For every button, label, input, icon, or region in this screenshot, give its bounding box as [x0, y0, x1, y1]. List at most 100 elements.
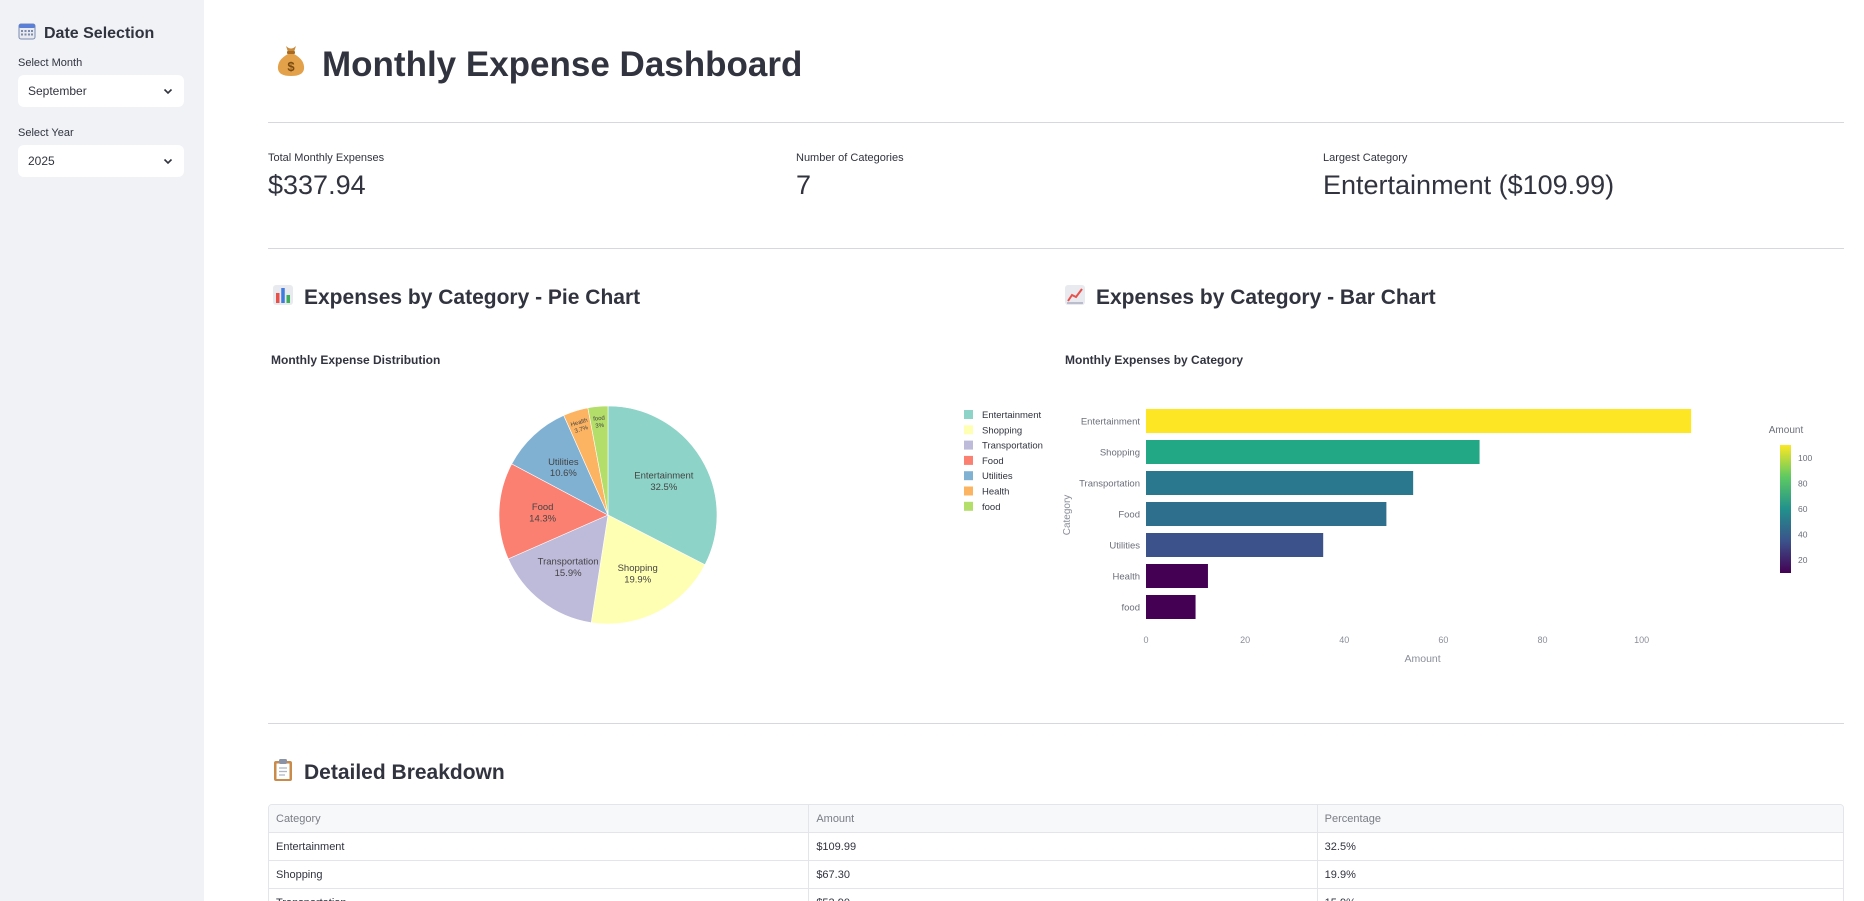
bar-food[interactable] — [1146, 502, 1387, 526]
sidebar: Date Selection Select Month September Se… — [0, 0, 204, 901]
colorbar-tick: 60 — [1798, 504, 1808, 514]
table-row: Transportation $53.90 15.9% — [269, 889, 1843, 901]
legend-item[interactable]: food — [964, 501, 1001, 513]
bar-utilities[interactable] — [1146, 533, 1324, 557]
bar-chart-icon — [272, 284, 294, 312]
year-select[interactable]: 2025 — [18, 145, 184, 177]
svg-text:Utilities: Utilities — [982, 471, 1013, 482]
legend-swatch — [964, 501, 973, 511]
bar-entertainment[interactable] — [1146, 409, 1692, 433]
legend-item[interactable]: Shopping — [964, 425, 1022, 436]
bar-section-title: Expenses by Category - Bar Chart — [1096, 286, 1436, 309]
svg-text:3%: 3% — [595, 423, 605, 430]
bar-section-heading: Expenses by Category - Bar Chart — [1064, 284, 1436, 312]
year-select-value: 2025 — [28, 154, 55, 168]
legend-swatch — [964, 471, 973, 481]
month-label: Select Month — [18, 57, 83, 69]
svg-text:15.9%: 15.9% — [555, 568, 582, 579]
metric-categories: Number of Categories 7 — [796, 152, 904, 201]
y-tick-label: Entertainment — [1081, 417, 1141, 428]
colorbar-tick: 80 — [1798, 478, 1808, 488]
metric-label: Number of Categories — [796, 152, 904, 164]
legend-item[interactable]: Utilities — [964, 471, 1013, 482]
table-cell[interactable]: Shopping — [269, 861, 810, 888]
x-tick-label: 40 — [1339, 635, 1349, 645]
table-cell[interactable]: Entertainment — [269, 833, 810, 860]
colorbar-title: Amount — [1769, 425, 1804, 436]
x-axis-title: Amount — [1405, 653, 1441, 665]
table-cell[interactable]: 19.9% — [1318, 861, 1843, 888]
table-header-row: Category Amount Percentage — [269, 805, 1843, 833]
column-header[interactable]: Percentage — [1318, 805, 1843, 832]
bar-food[interactable] — [1146, 595, 1196, 619]
svg-text:14.3%: 14.3% — [529, 514, 556, 525]
money-bag-icon: $ — [274, 42, 308, 87]
chart-increasing-icon — [1064, 284, 1086, 312]
column-header[interactable]: Amount — [809, 805, 1318, 832]
metric-total: Total Monthly Expenses $337.94 — [268, 152, 384, 201]
table-cell[interactable]: $109.99 — [809, 833, 1318, 860]
svg-text:Shopping: Shopping — [982, 425, 1022, 436]
calendar-icon — [18, 22, 36, 45]
y-tick-label: Transportation — [1079, 479, 1140, 490]
svg-text:Food: Food — [982, 456, 1004, 467]
chevron-down-icon — [163, 158, 173, 165]
svg-text:Shopping: Shopping — [618, 563, 658, 574]
table-cell[interactable]: $67.30 — [809, 861, 1318, 888]
sidebar-title-text: Date Selection — [44, 24, 155, 42]
svg-text:Entertainment: Entertainment — [982, 410, 1042, 421]
sidebar-title: Date Selection — [18, 22, 186, 45]
legend-item[interactable]: Entertainment — [964, 410, 1042, 421]
table-row: Shopping $67.30 19.9% — [269, 861, 1843, 889]
x-tick-label: 60 — [1438, 635, 1448, 645]
x-tick-label: 0 — [1143, 635, 1148, 645]
svg-text:Transportation: Transportation — [982, 441, 1043, 452]
month-select-value: September — [28, 84, 87, 98]
y-tick-label: Shopping — [1100, 448, 1140, 459]
legend-item[interactable]: Health — [964, 486, 1009, 498]
x-tick-label: 20 — [1240, 635, 1250, 645]
colorbar-tick: 100 — [1798, 453, 1812, 463]
legend-item[interactable]: Food — [964, 455, 1004, 467]
table-cell[interactable]: 15.9% — [1318, 889, 1843, 901]
svg-text:food: food — [593, 416, 605, 423]
bar-health[interactable] — [1146, 564, 1208, 588]
metric-value: $337.94 — [268, 170, 366, 200]
y-axis-title: Category — [1062, 495, 1073, 536]
svg-text:Utilities: Utilities — [548, 457, 579, 468]
colorbar-tick: 40 — [1798, 530, 1808, 540]
table-section-heading: Detailed Breakdown — [272, 758, 505, 788]
colorbar — [1780, 445, 1791, 573]
svg-text:Health: Health — [982, 487, 1009, 498]
pie-slice-label: Food14.3% — [529, 502, 556, 524]
metric-label: Largest Category — [1323, 152, 1408, 164]
colorbar-tick: 20 — [1798, 555, 1808, 565]
svg-text:$: $ — [287, 59, 295, 74]
legend-swatch — [964, 486, 973, 496]
table-cell[interactable]: $53.90 — [809, 889, 1318, 901]
bar-shopping[interactable] — [1146, 440, 1480, 464]
svg-text:food: food — [982, 502, 1001, 513]
legend-item[interactable]: Transportation — [964, 440, 1043, 452]
bar-chart: Category Entertainment Shopping Transportat… — [1062, 409, 1812, 665]
column-header[interactable]: Category — [269, 805, 810, 832]
month-select[interactable]: September — [18, 75, 184, 107]
svg-text:19.9%: 19.9% — [624, 574, 651, 585]
main-content: $ Monthly Expense Dashboard Total Monthl… — [268, 0, 1844, 901]
y-tick-label: food — [1122, 603, 1141, 614]
x-tick-label: 100 — [1634, 635, 1649, 645]
table-cell[interactable]: Transportation — [269, 889, 810, 901]
legend-swatch — [964, 440, 973, 450]
svg-text:10.6%: 10.6% — [550, 468, 577, 479]
y-tick-label: Health — [1113, 572, 1140, 583]
pie-section-heading: Expenses by Category - Pie Chart — [272, 284, 640, 312]
pie-chart: Entertainment32.5%Shopping19.9%Transport… — [498, 405, 1043, 625]
bar-transportation[interactable] — [1146, 471, 1414, 495]
x-tick-label: 80 — [1538, 635, 1548, 645]
page-title: $ Monthly Expense Dashboard — [274, 42, 802, 87]
clipboard-icon — [272, 758, 294, 788]
table-cell[interactable]: 32.5% — [1318, 833, 1843, 860]
breakdown-table: Category Amount Percentage Entertainment… — [268, 804, 1844, 901]
metric-largest: Largest Category Entertainment ($109.99) — [1323, 152, 1614, 201]
legend-swatch — [964, 425, 973, 435]
